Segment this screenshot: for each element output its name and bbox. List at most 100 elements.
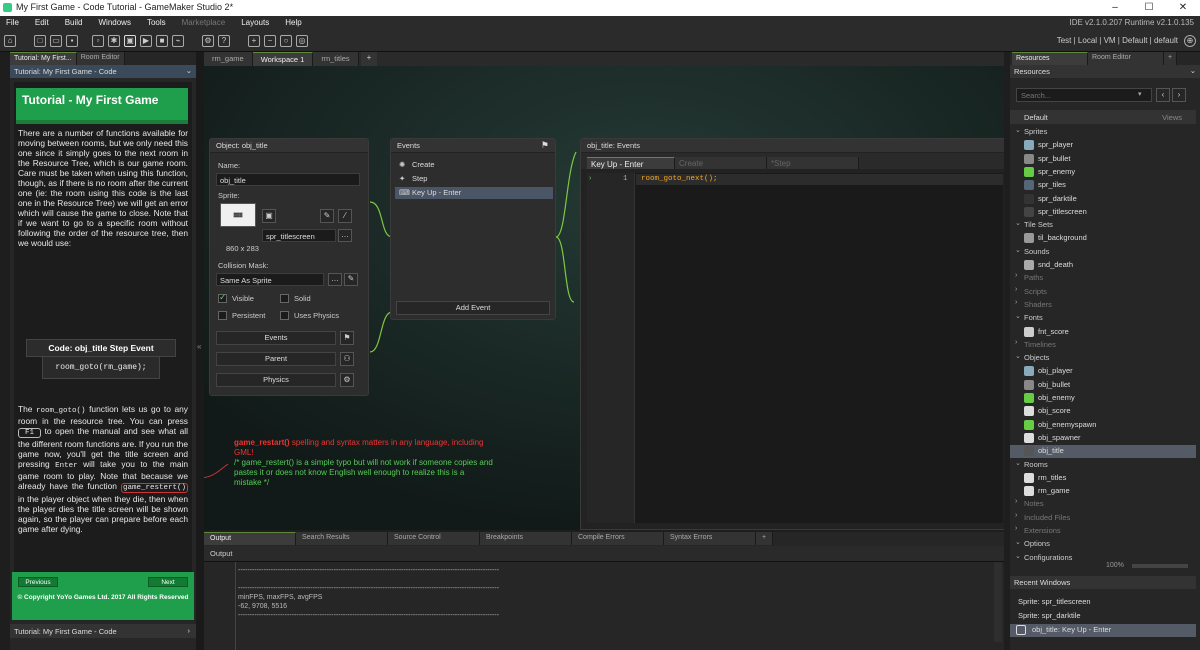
zoom-reset-icon[interactable]: ○ (280, 35, 292, 47)
group-header-default[interactable]: Default Views (1010, 110, 1196, 124)
tab-breakpoints[interactable]: Breakpoints (480, 532, 572, 545)
tab-source-control[interactable]: Source Control (388, 532, 480, 545)
resource-group[interactable]: ⌄ Options (1010, 538, 1196, 551)
resource-item[interactable]: spr_enemy (1010, 166, 1196, 179)
menu-build[interactable]: Build (65, 18, 83, 27)
stop-icon[interactable]: ■ (156, 35, 168, 47)
event-step[interactable]: ✦ Step (395, 173, 553, 185)
chevron-right-icon[interactable]: › (188, 626, 191, 635)
collapse-left-icon[interactable]: « (197, 342, 201, 351)
resources-title[interactable]: Resources ⌄ (1010, 65, 1200, 78)
resource-group[interactable]: › Scripts (1010, 286, 1196, 299)
resource-item[interactable]: rm_game (1010, 485, 1196, 498)
tab-syntax-errors[interactable]: Syntax Errors (664, 532, 756, 545)
gear-icon[interactable]: ⚙ (340, 373, 354, 387)
left-splitter[interactable]: « (196, 52, 204, 650)
resource-item[interactable]: snd_death (1010, 259, 1196, 272)
tutorial-panel-title[interactable]: Tutorial: My First Game - Code ⌄ (10, 65, 196, 78)
sprite-field[interactable]: spr_titlescreen (262, 229, 336, 242)
resource-group[interactable]: ⌄ Tile Sets (1010, 219, 1196, 232)
add-tab-button[interactable]: + (360, 52, 378, 66)
edit-mask-icon[interactable]: ✎ (344, 273, 358, 286)
event-key-up-enter[interactable]: ⌨ Key Up - Enter (395, 187, 553, 199)
search-input[interactable]: Search... (1016, 88, 1152, 102)
code-window-header[interactable]: obj_title: Events (581, 139, 1004, 153)
chevron-down-icon[interactable]: ⌄ (1015, 312, 1021, 320)
add-event-button[interactable]: Add Event (396, 301, 550, 315)
next-button[interactable]: Next (148, 577, 188, 587)
chevron-down-icon[interactable]: ⌄ (186, 66, 192, 75)
run-icon[interactable]: ▶ (140, 35, 152, 47)
chevron-down-icon[interactable]: ⌄ (1015, 538, 1021, 546)
tab-workspace-1[interactable]: Workspace 1 (252, 52, 314, 66)
persistent-checkbox[interactable] (218, 311, 227, 320)
resource-item[interactable]: obj_player (1010, 365, 1196, 378)
object-window-header[interactable]: Object: obj_title (210, 139, 368, 153)
parent-button[interactable]: Parent (216, 352, 336, 366)
resource-item[interactable]: spr_player (1010, 139, 1196, 152)
sprite-more-button[interactable]: … (338, 229, 352, 242)
resource-group[interactable]: › Shaders (1010, 299, 1196, 312)
resource-item[interactable]: obj_enemy (1010, 392, 1196, 405)
previous-button[interactable]: Previous (18, 577, 58, 587)
menu-file[interactable]: File (6, 18, 19, 27)
menu-edit[interactable]: Edit (35, 18, 49, 27)
resource-item[interactable]: fnt_score (1010, 326, 1196, 339)
resource-item[interactable]: rm_titles (1010, 472, 1196, 485)
resource-group[interactable]: ⌄ Fonts (1010, 312, 1196, 325)
menu-help[interactable]: Help (285, 18, 301, 27)
flag-icon[interactable]: ⚑ (340, 331, 354, 345)
menu-tools[interactable]: Tools (147, 18, 166, 27)
create-executable-icon[interactable]: ▫ (92, 35, 104, 47)
resource-group[interactable]: › Notes (1010, 498, 1196, 511)
menu-layouts[interactable]: Layouts (241, 18, 269, 27)
name-field[interactable]: obj_title (216, 173, 360, 186)
resource-item[interactable]: obj_score (1010, 405, 1196, 418)
chevron-right-icon[interactable]: › (1015, 512, 1017, 519)
home-icon[interactable]: ⌂ (4, 35, 16, 47)
mask-more-button[interactable]: … (328, 273, 342, 286)
new-sprite-icon[interactable]: ▣ (262, 209, 276, 223)
menu-windows[interactable]: Windows (98, 18, 130, 27)
close-button[interactable]: ✕ (1166, 0, 1200, 16)
resource-group[interactable]: › Timelines (1010, 339, 1196, 352)
solid-checkbox[interactable] (280, 294, 289, 303)
chevron-down-icon[interactable]: ⌄ (1015, 352, 1021, 360)
zoom-fit-icon[interactable]: ◎ (296, 35, 308, 47)
chevron-right-icon[interactable]: › (1015, 525, 1017, 532)
recent-item[interactable]: Sprite: spr_darktile (1010, 610, 1196, 623)
chevron-down-icon[interactable]: ⌄ (1015, 459, 1021, 467)
chevron-down-icon[interactable]: ⌄ (1015, 219, 1021, 227)
events-button[interactable]: Events (216, 331, 336, 345)
save-icon[interactable]: ▪ (66, 35, 78, 47)
tab-room-editor[interactable]: Room Editor (76, 52, 125, 65)
recent-item[interactable]: Sprite: spr_titlescreen (1010, 596, 1196, 609)
visible-checkbox[interactable] (218, 292, 227, 303)
chevron-down-icon[interactable]: ⌄ (1015, 246, 1021, 254)
tab-step[interactable]: *Step (767, 157, 859, 169)
chevron-down-icon[interactable]: ⌄ (1015, 552, 1021, 560)
target-icon[interactable]: ⊕ (1184, 35, 1196, 47)
new-project-icon[interactable]: □ (34, 35, 46, 47)
resource-item[interactable]: spr_tiles (1010, 179, 1196, 192)
resource-group[interactable]: › Included Files (1010, 512, 1196, 525)
chevron-right-icon[interactable]: › (1015, 498, 1017, 505)
resource-group[interactable]: › Paths (1010, 272, 1196, 285)
output-scrollbar[interactable] (994, 562, 1002, 642)
parent-icon[interactable]: ⚇ (340, 352, 354, 366)
add-tab-button[interactable]: + (1164, 52, 1178, 65)
forward-icon[interactable]: › (1172, 88, 1186, 102)
settings-icon[interactable]: ⚙ (202, 35, 214, 47)
resource-item[interactable]: spr_bullet (1010, 153, 1196, 166)
recent-windows-title[interactable]: Recent Windows (1010, 576, 1196, 589)
tutorial-footer[interactable]: Tutorial: My First Game - Code › (10, 624, 196, 638)
debug-selected-icon[interactable]: ▣ (124, 35, 136, 47)
resource-item[interactable]: spr_titlescreen (1010, 206, 1196, 219)
tab-compile-errors[interactable]: Compile Errors (572, 532, 664, 545)
edit-sprite-icon[interactable]: ✎ (320, 209, 334, 223)
chevron-right-icon[interactable]: › (1015, 339, 1017, 346)
tab-tutorial[interactable]: Tutorial: My First... (10, 52, 77, 65)
back-icon[interactable]: ‹ (1156, 88, 1170, 102)
tab-search-results[interactable]: Search Results (296, 532, 388, 545)
tab-create[interactable]: Create (675, 157, 767, 169)
